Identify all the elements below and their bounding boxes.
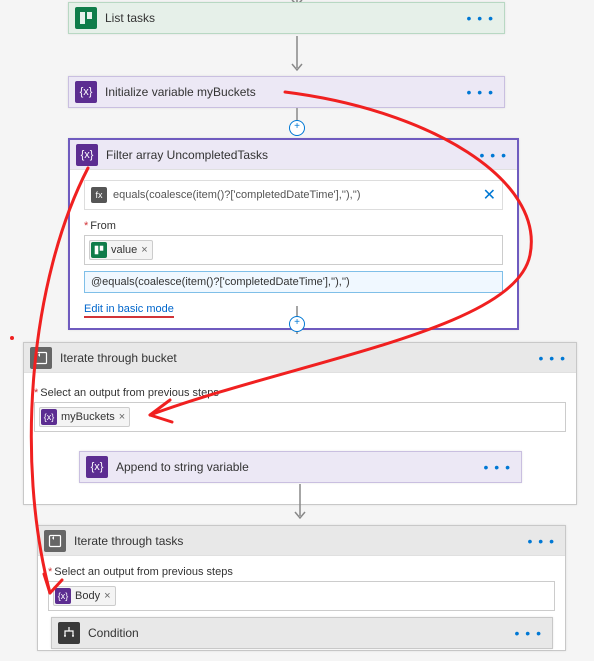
token-remove-icon[interactable]: × [119, 411, 125, 423]
step-title: List tasks [97, 11, 463, 25]
from-label: *From [84, 220, 503, 232]
select-output-label: *Select an output from previous steps [34, 387, 566, 399]
step-menu[interactable]: • • • [524, 533, 559, 549]
add-step-button[interactable]: + [289, 316, 305, 332]
dynamic-content-token[interactable]: value × [89, 240, 153, 260]
step-append-string[interactable]: {x} Append to string variable • • • [79, 451, 522, 483]
flow-arrow [287, 36, 307, 76]
required-marker: * [34, 387, 38, 399]
token-label: Body [75, 590, 100, 602]
planner-icon [75, 7, 97, 29]
step-menu[interactable]: • • • [535, 350, 570, 366]
fx-expression-text: equals(coalesce(item()?['completedDateTi… [113, 189, 361, 201]
close-icon[interactable]: ✕ [483, 185, 496, 205]
from-input[interactable]: value × [84, 235, 503, 265]
required-marker: * [48, 566, 52, 578]
variable-icon: {x} [41, 409, 57, 425]
step-filter-array[interactable]: {x} Filter array UncompletedTasks • • • … [68, 138, 519, 330]
token-remove-icon[interactable]: × [141, 244, 147, 256]
step-menu[interactable]: • • • [463, 84, 498, 100]
edit-basic-mode-link[interactable]: Edit in basic mode [84, 303, 174, 318]
select-output-label: *Select an output from previous steps [48, 566, 555, 578]
step-list-tasks[interactable]: List tasks • • • [68, 2, 505, 34]
dynamic-content-token[interactable]: {x} Body × [53, 586, 116, 606]
step-title: Append to string variable [108, 460, 480, 474]
step-title: Iterate through bucket [52, 351, 535, 365]
token-label: value [111, 244, 137, 256]
loop-icon [30, 347, 52, 369]
select-output-input[interactable]: {x} myBuckets × [34, 402, 566, 432]
variable-icon: {x} [75, 81, 97, 103]
fx-icon: fx [91, 187, 107, 203]
step-title: Filter array UncompletedTasks [98, 148, 476, 162]
token-remove-icon[interactable]: × [104, 590, 110, 602]
fx-expression-row[interactable]: fx equals(coalesce(item()?['completedDat… [84, 180, 503, 210]
variable-icon: {x} [86, 456, 108, 478]
token-label: myBuckets [61, 411, 115, 423]
step-menu[interactable]: • • • [476, 147, 511, 163]
flow-arrow [290, 484, 310, 524]
step-menu[interactable]: • • • [511, 625, 546, 641]
dynamic-content-token[interactable]: {x} myBuckets × [39, 407, 130, 427]
required-marker: * [84, 220, 88, 232]
add-step-button[interactable]: + [289, 120, 305, 136]
step-condition[interactable]: Condition • • • [51, 617, 553, 649]
advanced-expression-text: @equals(coalesce(item()?['completedDateT… [91, 276, 350, 288]
step-title: Initialize variable myBuckets [97, 85, 463, 99]
step-menu[interactable]: • • • [480, 459, 515, 475]
step-menu[interactable]: • • • [463, 10, 498, 26]
step-initialize-variable[interactable]: {x} Initialize variable myBuckets • • • [68, 76, 505, 108]
loop-icon [44, 530, 66, 552]
variable-icon: {x} [55, 588, 71, 604]
planner-icon [91, 242, 107, 258]
step-title: Iterate through tasks [66, 534, 524, 548]
variable-icon: {x} [76, 144, 98, 166]
select-output-input[interactable]: {x} Body × [48, 581, 555, 611]
advanced-expression-input[interactable]: @equals(coalesce(item()?['completedDateT… [84, 271, 503, 293]
condition-icon [58, 622, 80, 644]
step-title: Condition [80, 626, 511, 640]
